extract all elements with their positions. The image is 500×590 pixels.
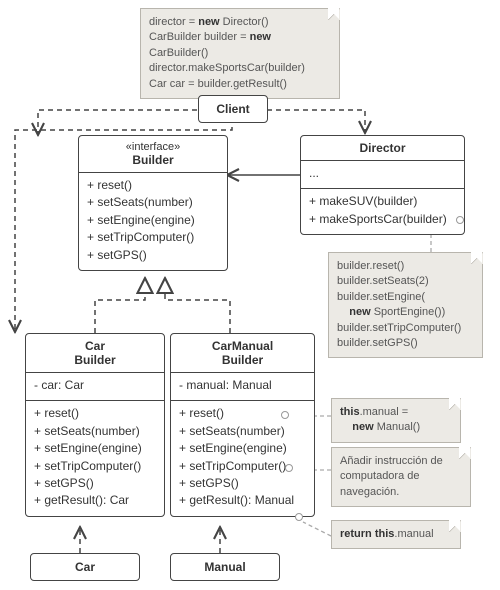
manualbuilder-method: + setSeats(number)	[179, 423, 306, 440]
carbuilder-method: + getResult(): Car	[34, 492, 156, 509]
manual-class: Manual	[170, 553, 280, 581]
carbuilder-title: CarBuilder	[26, 334, 164, 373]
connector-circle	[281, 411, 289, 419]
manualbuilder-class: CarManualBuilder - manual: Manual + rese…	[170, 333, 315, 517]
builder-method: + setGPS()	[87, 247, 219, 264]
client-title: Client	[216, 102, 249, 116]
director-code-note: builder.reset() builder.setSeats(2) buil…	[328, 252, 483, 358]
builder-title: «interface» Builder	[79, 136, 227, 173]
director-methods: + makeSUV(builder) + makeSportsCar(build…	[301, 189, 464, 234]
builder-method: + setEngine(engine)	[87, 212, 219, 229]
connector-circle	[285, 464, 293, 472]
carbuilder-methods: + reset() + setSeats(number) + setEngine…	[26, 401, 164, 515]
carbuilder-method: + setEngine(engine)	[34, 440, 156, 457]
carbuilder-method: + setTripComputer()	[34, 458, 156, 475]
carbuilder-class: CarBuilder - car: Car + reset() + setSea…	[25, 333, 165, 517]
reset-note: this.manual = new Manual()	[331, 398, 461, 443]
carbuilder-fields: - car: Car	[26, 373, 164, 401]
connector-circle	[295, 513, 303, 521]
manualbuilder-title: CarManualBuilder	[171, 334, 314, 373]
carbuilder-method: + setGPS()	[34, 475, 156, 492]
builder-stereotype: «interface»	[85, 141, 221, 153]
manualbuilder-method: + setGPS()	[179, 475, 306, 492]
connector-circle	[456, 216, 464, 224]
manualbuilder-fields: - manual: Manual	[171, 373, 314, 401]
director-class: Director ... + makeSUV(builder) + makeSp…	[300, 135, 465, 235]
carbuilder-method: + setSeats(number)	[34, 423, 156, 440]
director-fields: ...	[301, 161, 464, 189]
trip-note: Añadir instrucción de computadora de nav…	[331, 447, 471, 507]
manualbuilder-method: + setEngine(engine)	[179, 440, 306, 457]
builder-method: + setTripComputer()	[87, 229, 219, 246]
director-title: Director	[301, 136, 464, 161]
result-note: return this.manual	[331, 520, 461, 549]
director-method: + makeSUV(builder)	[309, 193, 456, 210]
car-title: Car	[75, 560, 95, 574]
client-code-note: director = new Director() CarBuilder bui…	[140, 8, 340, 99]
director-method: + makeSportsCar(builder)	[309, 211, 456, 228]
client-class: Client	[198, 95, 268, 123]
manual-title: Manual	[204, 560, 245, 574]
builder-method: + reset()	[87, 177, 219, 194]
builder-interface: «interface» Builder + reset() + setSeats…	[78, 135, 228, 271]
manualbuilder-method: + getResult(): Manual	[179, 492, 306, 509]
car-class: Car	[30, 553, 140, 581]
builder-method: + setSeats(number)	[87, 194, 219, 211]
carbuilder-method: + reset()	[34, 405, 156, 422]
manualbuilder-methods: + reset() + setSeats(number) + setEngine…	[171, 401, 314, 515]
builder-methods: + reset() + setSeats(number) + setEngine…	[79, 173, 227, 270]
